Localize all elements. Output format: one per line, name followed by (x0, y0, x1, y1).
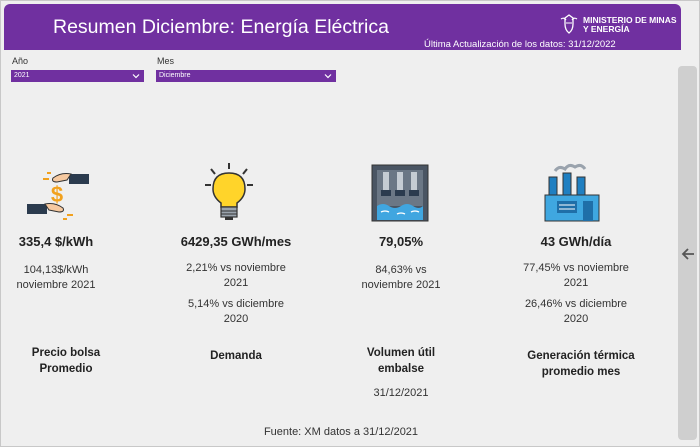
comparison-line: noviembre 2021 (16, 279, 96, 291)
kpi-name: Demanda (166, 348, 306, 364)
svg-text:$: $ (51, 182, 63, 207)
ministry-name-line2: Y ENERGÍA (583, 24, 630, 34)
comparison-line: 2,21% vs noviembre (186, 262, 286, 274)
ministry-name: MINISTERIO DE MINAS Y ENERGÍA (583, 16, 678, 34)
kpi-date: 31/12/2021 (373, 387, 429, 399)
side-panel-toggle[interactable] (678, 66, 697, 440)
kpi-value: 6429,35 GWh/mes (180, 234, 292, 249)
kpi-demanda: 6429,35 GWh/mes 2,21% vs noviembre 2021 … (166, 234, 306, 327)
last-update-text: Última Actualización de los datos: 31/12… (424, 39, 616, 50)
kpi-name-line: promedio mes (541, 366, 621, 378)
kpi-precio-bolsa: 335,4 $/kWh 104,13$/kWh noviembre 2021 (1, 234, 111, 293)
kpi-name-line: Promedio (39, 363, 93, 375)
kpi-name: Volumen útil embalse 31/12/2021 (341, 345, 461, 399)
month-filter-dropdown[interactable]: Diciembre (156, 70, 336, 82)
year-filter-value: 2021 (14, 72, 30, 79)
kpi-comparison: 84,63% vs noviembre 2021 (341, 263, 461, 293)
money-exchange-icon: $ (27, 172, 89, 220)
kpi-comparison: 2,21% vs noviembre 2021 (166, 261, 306, 291)
kpi-comparison: 5,14% vs diciembre 2020 (166, 297, 306, 327)
kpi-value: 79,05% (378, 234, 424, 249)
report-canvas: Resumen Diciembre: Energía Eléctrica Últ… (0, 0, 700, 447)
kpi-volumen-embalse: 79,05% 84,63% vs noviembre 2021 (341, 234, 461, 293)
kpi-generacion-termica: 43 GWh/día 77,45% vs noviembre 2021 26,4… (506, 234, 646, 327)
kpi-name: Generación térmica promedio mes (506, 348, 656, 380)
dam-reservoir-icon (371, 164, 429, 222)
kpi-comparison: 26,46% vs diciembre 2020 (506, 297, 646, 327)
comparison-line: 2020 (563, 313, 589, 325)
comparison-line: 84,63% vs (375, 264, 427, 276)
kpi-name: Precio bolsa Promedio (11, 345, 121, 377)
kpi-comparison: 104,13$/kWh noviembre 2021 (1, 263, 111, 293)
coat-of-arms-icon (560, 14, 578, 34)
comparison-line: 26,46% vs diciembre (524, 298, 628, 310)
year-filter-label: Año (12, 56, 29, 66)
comparison-line: 5,14% vs diciembre (188, 298, 284, 310)
chevron-down-icon (324, 74, 332, 79)
source-footer: Fuente: XM datos a 31/12/2021 (263, 426, 419, 438)
month-filter-value: Diciembre (159, 72, 191, 79)
comparison-line: 77,45% vs noviembre (523, 262, 629, 274)
comparison-line: 104,13$/kWh (23, 264, 89, 276)
report-header: Resumen Diciembre: Energía Eléctrica Últ… (4, 4, 681, 50)
kpi-comparison: 77,45% vs noviembre 2021 (506, 261, 646, 291)
lightbulb-icon (205, 163, 253, 220)
page-title: Resumen Diciembre: Energía Eléctrica (53, 16, 389, 38)
kpi-name-line: Generación térmica (527, 350, 635, 362)
arrow-left-icon (681, 248, 694, 260)
year-filter-dropdown[interactable]: 2021 (11, 70, 144, 82)
kpi-value: 335,4 $/kWh (18, 234, 94, 249)
month-filter-label: Mes (157, 56, 175, 66)
kpi-value: 43 GWh/día (540, 234, 612, 249)
comparison-line: 2021 (223, 277, 249, 289)
kpi-name-line: Volumen útil (366, 347, 436, 359)
kpi-name-line: Demanda (210, 350, 262, 362)
comparison-line: 2020 (223, 313, 249, 325)
comparison-line: 2021 (563, 277, 589, 289)
ministry-logo: MINISTERIO DE MINAS Y ENERGÍA (556, 11, 680, 38)
kpi-name-line: Precio bolsa (31, 347, 101, 359)
kpi-name-line: embalse (377, 363, 425, 375)
chevron-down-icon (132, 74, 140, 79)
thermal-plant-icon (544, 163, 600, 222)
comparison-line: noviembre 2021 (361, 279, 441, 291)
